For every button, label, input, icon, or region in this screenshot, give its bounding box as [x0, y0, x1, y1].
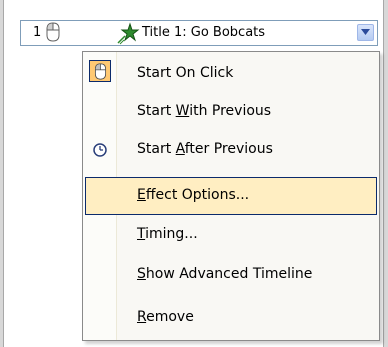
- menu-item-start-after-previous[interactable]: Start After Previous: [85, 131, 377, 169]
- animation-list-item[interactable]: 1 Title 1: Go Bobcats: [20, 20, 378, 46]
- menu-item-label: Start On Click: [137, 65, 234, 81]
- menu-item-label: Start After Previous: [137, 141, 273, 157]
- menu-item-start-with-previous[interactable]: Start With Previous: [85, 93, 377, 131]
- menu-item-timing[interactable]: Timing...: [85, 216, 377, 254]
- menu-item-label: Remove: [137, 309, 194, 325]
- mouse-click-icon: [46, 22, 60, 46]
- pane-border-right: [384, 0, 388, 347]
- star-effect-icon: [116, 21, 140, 49]
- animation-order-number: 1: [33, 25, 42, 40]
- menu-item-show-advanced-timeline[interactable]: Show Advanced Timeline: [85, 256, 377, 294]
- menu-item-label: Start With Previous: [137, 103, 272, 119]
- menu-item-remove[interactable]: Remove: [85, 299, 377, 337]
- menu-item-effect-options[interactable]: Effect Options...: [85, 177, 377, 215]
- pane-border-left-line: [3, 0, 4, 347]
- chevron-down-icon: [361, 29, 370, 35]
- menu-item-label: Effect Options...: [137, 187, 250, 203]
- checked-indicator: [89, 60, 111, 82]
- menu-item-start-on-click[interactable]: Start On Click: [85, 55, 377, 93]
- dropdown-button[interactable]: [357, 24, 374, 41]
- menu-item-label: Timing...: [137, 226, 198, 242]
- context-menu: Start On Click Start With Previous Start…: [82, 51, 380, 341]
- menu-item-label: Show Advanced Timeline: [137, 266, 313, 282]
- clock-icon: [93, 142, 107, 161]
- animation-title: Title 1: Go Bobcats: [142, 25, 266, 40]
- mouse-click-icon: [94, 63, 107, 80]
